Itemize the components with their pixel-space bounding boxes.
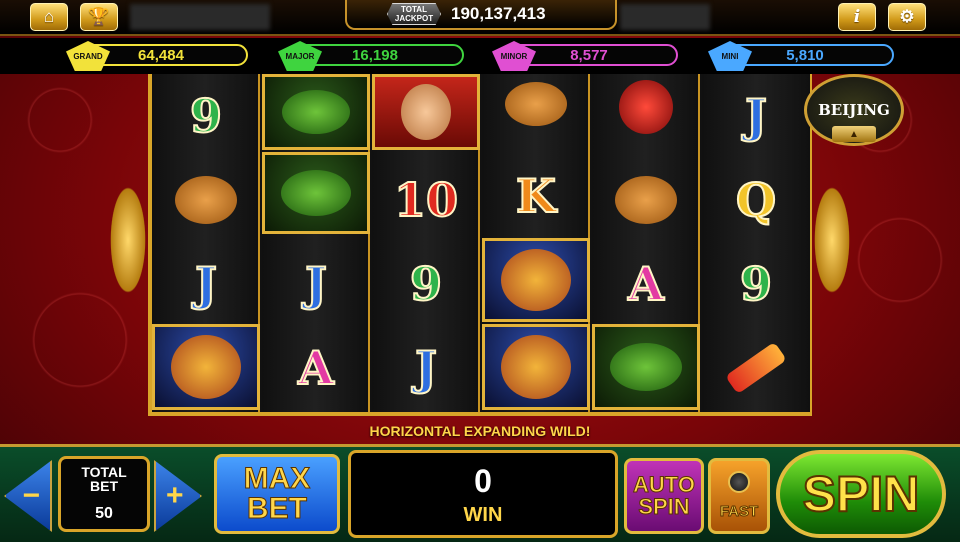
progressive-jackpots: GRAND 64,484 MAJOR 16,198 MINOR 8,577 MI…	[0, 38, 960, 74]
symbol-nine: 9	[189, 88, 223, 144]
win-panel: 0 WIN	[348, 450, 618, 538]
total-jackpot-value: 190,137,413	[451, 4, 546, 23]
reel-3: 10 9 J	[372, 74, 480, 412]
grand-badge: GRAND	[66, 41, 110, 71]
symbol-nine: 9	[739, 256, 773, 312]
symbol-dragon-wild	[482, 238, 590, 322]
toggle-knob-icon	[728, 471, 750, 493]
total-bet-panel: TOTAL BET 50	[58, 456, 150, 532]
symbol-turtle	[262, 152, 370, 234]
turtle-icon	[281, 170, 351, 216]
total-jackpot-badge: TOTAL JACKPOT	[387, 3, 441, 25]
reel-5: A	[592, 74, 700, 412]
reel-2: J A	[262, 74, 370, 412]
turtle-icon	[610, 343, 682, 391]
settings-button[interactable]: ⚙	[888, 3, 926, 31]
jackpot-major: MAJOR 16,198	[278, 41, 464, 71]
fast-toggle[interactable]: FAST	[708, 458, 770, 534]
lantern-icon	[619, 80, 673, 134]
max-bet-button[interactable]: MAX BET	[214, 454, 340, 534]
reel-area: 9 J J A 10 9 J K A J Q 9	[148, 74, 812, 416]
trophy-icon: 🏆	[88, 7, 110, 26]
mini-badge: MINI	[708, 41, 752, 71]
mooncake-icon	[175, 176, 237, 224]
mooncake-icon	[615, 176, 677, 224]
fast-label: FAST	[719, 503, 759, 521]
symbol-k: K	[515, 168, 557, 224]
major-value: 16,198	[352, 46, 398, 64]
gear-icon: ⚙	[899, 7, 915, 26]
reel-4: K	[482, 74, 590, 412]
minus-icon: −	[22, 479, 40, 512]
turtle-icon	[282, 90, 350, 134]
trophy-button[interactable]: 🏆	[80, 3, 118, 31]
firecracker-icon	[725, 341, 787, 395]
symbol-a: A	[627, 256, 665, 312]
grand-value: 64,484	[138, 46, 184, 64]
blurred-area	[130, 4, 270, 30]
symbol-nine: 9	[409, 256, 443, 312]
dragon-icon	[171, 335, 241, 399]
total-bet-value: 50	[95, 505, 113, 522]
beijing-expand-icon[interactable]: ▲	[832, 126, 876, 142]
total-jackpot-plate: TOTAL JACKPOT 190,137,413	[345, 0, 617, 30]
reel-6: J Q 9	[702, 74, 810, 412]
info-icon: i	[853, 7, 861, 27]
symbol-dragon-wild	[482, 324, 590, 410]
feature-message: HORIZONTAL EXPANDING WILD!	[369, 423, 591, 439]
symbol-mooncake	[592, 158, 700, 242]
symbol-fortune-god	[372, 74, 480, 150]
symbol-mooncake	[482, 74, 590, 134]
symbol-firecracker	[702, 326, 810, 410]
auto-spin-button[interactable]: AUTO SPIN	[624, 458, 704, 534]
win-value: 0	[474, 463, 492, 499]
symbol-turtle	[262, 74, 370, 150]
blurred-area	[620, 4, 710, 30]
symbol-a: A	[297, 340, 335, 396]
symbol-j: J	[194, 256, 218, 312]
symbol-dragon-wild	[152, 324, 260, 410]
symbol-turtle	[592, 324, 700, 410]
mooncake-icon	[505, 82, 567, 126]
plus-icon: +	[166, 479, 184, 512]
symbol-ten: 10	[393, 172, 459, 228]
symbol-mooncake	[152, 158, 260, 242]
dragon-icon	[501, 249, 571, 311]
fortune-god-icon	[401, 84, 451, 140]
symbol-j: J	[304, 256, 328, 312]
win-label: WIN	[463, 504, 503, 526]
home-button[interactable]: ⌂	[30, 3, 68, 31]
major-badge: MAJOR	[278, 41, 322, 71]
symbol-lantern	[592, 74, 700, 140]
dragon-icon	[501, 335, 571, 399]
top-bar: ⌂ 🏆 TOTAL JACKPOT 190,137,413 i ⚙	[0, 0, 960, 36]
minor-value: 8,577	[570, 46, 608, 64]
info-button[interactable]: i	[838, 3, 876, 31]
right-frame-ornament	[812, 180, 852, 300]
left-frame-ornament	[108, 180, 148, 300]
symbol-q: Q	[735, 172, 777, 228]
minor-badge: MINOR	[492, 41, 536, 71]
spin-button[interactable]: SPIN	[776, 450, 946, 538]
symbol-j: J	[744, 88, 768, 144]
mini-value: 5,810	[786, 46, 824, 64]
home-icon: ⌂	[43, 7, 55, 26]
jackpot-grand: GRAND 64,484	[66, 41, 248, 71]
total-bet-label: TOTAL BET	[81, 464, 127, 494]
jackpot-mini: MINI 5,810	[708, 41, 894, 71]
symbol-j: J	[414, 340, 438, 396]
reel-1: 9 J	[152, 74, 260, 412]
jackpot-minor: MINOR 8,577	[492, 41, 678, 71]
